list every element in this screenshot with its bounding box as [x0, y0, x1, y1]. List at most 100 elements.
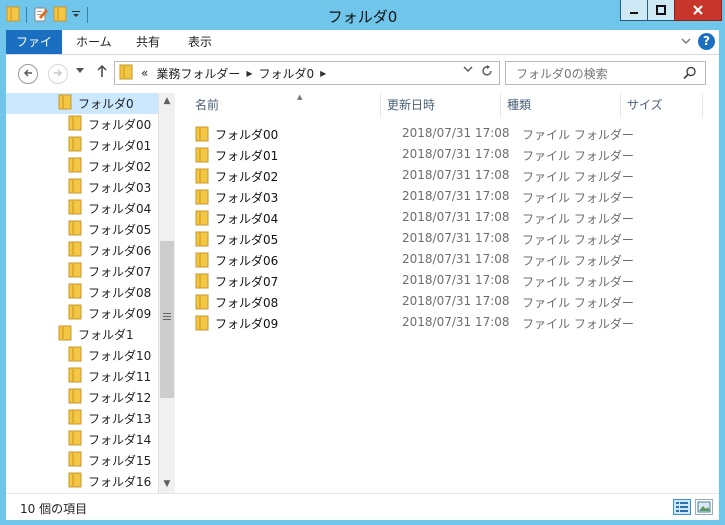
window-title: フォルダ0: [327, 8, 398, 26]
close-button[interactable]: [674, 0, 722, 21]
tab-file[interactable]: ファイル: [6, 30, 62, 73]
search-input[interactable]: [514, 66, 678, 82]
tree-item[interactable]: フォルダ04: [68, 198, 151, 219]
scroll-down-icon[interactable]: ▼: [159, 476, 175, 493]
close-icon: [693, 5, 703, 15]
help-icon[interactable]: ?: [698, 33, 715, 50]
item-type: ファイル フォルダー: [522, 128, 634, 142]
minimize-icon: [630, 12, 638, 14]
tree-item[interactable]: フォルダ12: [68, 387, 151, 408]
item-date: 2018/07/31 17:08: [402, 189, 510, 203]
tree-item[interactable]: フォルダ03: [68, 177, 151, 198]
tree-item[interactable]: フォルダ01: [68, 135, 151, 156]
tree-item[interactable]: フォルダ10: [68, 345, 151, 366]
folder-icon: [195, 294, 209, 313]
folder-icon: [68, 367, 82, 386]
up-arrow-icon[interactable]: [96, 64, 108, 82]
details-view-icon: [676, 502, 688, 512]
folder-icon: [68, 199, 82, 218]
tree-item[interactable]: フォルダ14: [68, 429, 151, 450]
item-date: 2018/07/31 17:08: [402, 147, 510, 161]
tree-item[interactable]: フォルダ00: [68, 114, 151, 135]
search-icon[interactable]: [683, 66, 697, 83]
address-bar[interactable]: « 業務フォルダー ▶ フォルダ0 ▶: [114, 61, 500, 85]
tree-item[interactable]: フォルダ05: [68, 219, 151, 240]
chevron-right-icon[interactable]: ▶: [246, 69, 252, 78]
breadcrumb-item[interactable]: フォルダ0: [259, 65, 315, 82]
folder-icon: [68, 304, 82, 323]
list-item[interactable]: フォルダ04 2018/07/31 17:08 ファイル フォルダー: [191, 207, 707, 228]
list-item[interactable]: フォルダ09 2018/07/31 17:08 ファイル フォルダー: [191, 312, 707, 333]
list-item[interactable]: フォルダ06 2018/07/31 17:08 ファイル フォルダー: [191, 249, 707, 270]
minimize-button[interactable]: [620, 0, 648, 21]
list-item[interactable]: フォルダ05 2018/07/31 17:08 ファイル フォルダー: [191, 228, 707, 249]
list-item[interactable]: フォルダ01 2018/07/31 17:08 ファイル フォルダー: [191, 144, 707, 165]
tree-item[interactable]: フォルダ02: [68, 156, 151, 177]
tree-item-label: フォルダ12: [88, 391, 152, 405]
tree-item[interactable]: フォルダ09: [68, 303, 151, 324]
folder-icon: [68, 178, 82, 197]
tab-share[interactable]: 共有: [124, 30, 172, 54]
item-name: フォルダ04: [215, 212, 279, 226]
tab-home[interactable]: ホーム: [64, 30, 124, 54]
item-name: フォルダ07: [215, 275, 279, 289]
tab-view[interactable]: 表示: [176, 30, 224, 54]
tree-item[interactable]: フォルダ13: [68, 408, 151, 429]
chevron-right-icon[interactable]: ▶: [320, 69, 326, 78]
list-item[interactable]: フォルダ02 2018/07/31 17:08 ファイル フォルダー: [191, 165, 707, 186]
tree-item-label: フォルダ10: [88, 349, 152, 363]
tree-item-label: フォルダ08: [88, 286, 152, 300]
tree-item[interactable]: フォルダ06: [68, 240, 151, 261]
maximize-icon: [656, 5, 666, 15]
folder-icon: [68, 283, 82, 302]
tree-item[interactable]: フォルダ16: [68, 471, 151, 492]
item-type: ファイル フォルダー: [522, 296, 634, 310]
folder-icon: [195, 273, 209, 292]
list-item[interactable]: フォルダ03 2018/07/31 17:08 ファイル フォルダー: [191, 186, 707, 207]
item-date: 2018/07/31 17:08: [402, 315, 510, 329]
list-item[interactable]: フォルダ07 2018/07/31 17:08 ファイル フォルダー: [191, 270, 707, 291]
tree-item-label: フォルダ01: [88, 139, 152, 153]
back-button[interactable]: [18, 64, 38, 84]
tree-scrollbar[interactable]: ▲ ▼: [158, 93, 175, 493]
large-icons-view-button[interactable]: [695, 499, 713, 515]
grip-icon: [163, 313, 171, 321]
column-header-date[interactable]: 更新日時: [381, 93, 501, 117]
tree-item-label: フォルダ07: [88, 265, 152, 279]
refresh-icon[interactable]: [481, 64, 493, 82]
forward-button[interactable]: [48, 64, 68, 84]
list-item[interactable]: フォルダ08 2018/07/31 17:08 ファイル フォルダー: [191, 291, 707, 312]
tree-item[interactable]: フォルダ0: [6, 93, 158, 114]
scroll-thumb[interactable]: [160, 241, 174, 398]
tree-item[interactable]: フォルダ15: [68, 450, 151, 471]
item-type: ファイル フォルダー: [522, 254, 634, 268]
list-item[interactable]: フォルダ00 2018/07/31 17:08 ファイル フォルダー: [191, 123, 707, 144]
search-box[interactable]: [505, 61, 706, 85]
breadcrumb-item[interactable]: 業務フォルダー: [156, 65, 240, 82]
column-header-size[interactable]: サイズ: [621, 93, 703, 117]
tree-item-label: フォルダ02: [88, 160, 152, 174]
tree-item[interactable]: フォルダ07: [68, 261, 151, 282]
recent-locations-icon[interactable]: [76, 67, 84, 77]
tree-item-label: フォルダ1: [78, 328, 134, 342]
tree-item[interactable]: フォルダ1: [58, 324, 134, 345]
column-label: 種類: [507, 98, 532, 112]
tree-item[interactable]: フォルダ08: [68, 282, 151, 303]
folder-icon: [68, 472, 82, 491]
column-header-name[interactable]: ▲ 名前: [189, 93, 381, 117]
maximize-button[interactable]: [647, 0, 675, 21]
chevron-down-icon[interactable]: [463, 65, 473, 76]
tree-item[interactable]: フォルダ11: [68, 366, 151, 387]
item-type: ファイル フォルダー: [522, 317, 634, 331]
item-name: フォルダ01: [215, 149, 279, 163]
tree-item-label: フォルダ00: [88, 118, 152, 132]
details-view-button[interactable]: [673, 499, 691, 515]
item-type: ファイル フォルダー: [522, 233, 634, 247]
breadcrumb-overflow[interactable]: «: [141, 66, 148, 80]
folder-icon: [68, 115, 82, 134]
scroll-up-icon[interactable]: ▲: [159, 93, 175, 110]
item-type: ファイル フォルダー: [522, 212, 634, 226]
expand-ribbon-icon[interactable]: [681, 34, 691, 48]
column-header-type[interactable]: 種類: [501, 93, 621, 117]
item-date: 2018/07/31 17:08: [402, 126, 510, 140]
